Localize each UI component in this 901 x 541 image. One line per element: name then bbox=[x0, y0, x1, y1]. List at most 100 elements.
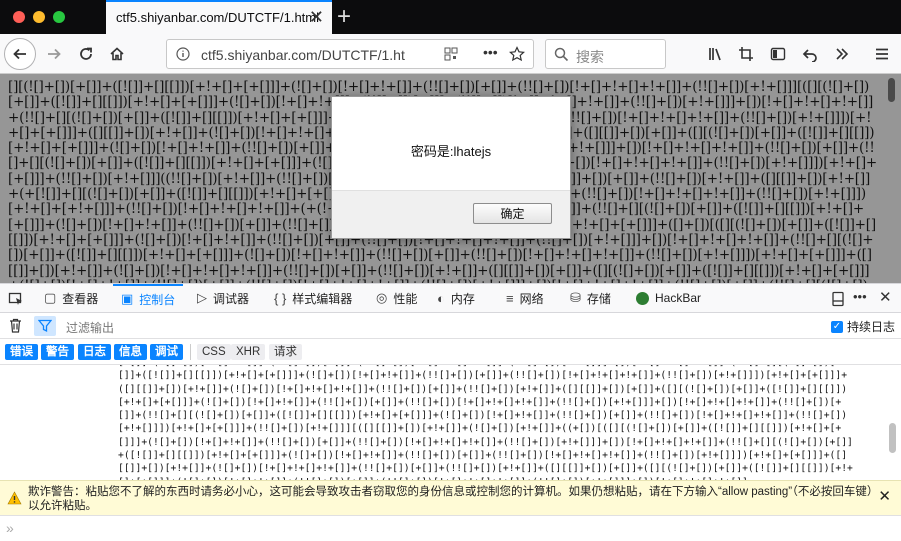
page-scrollbar[interactable] bbox=[888, 78, 895, 102]
persist-logs-checkbox[interactable]: ✓ 持续日志 bbox=[830, 318, 895, 335]
console-message-text: [+[]]+(![]+[])[!+[]+!+[]]+(!![]+[])[+[]]… bbox=[118, 365, 853, 480]
search-icon bbox=[554, 47, 569, 62]
dock-side-icon[interactable] bbox=[831, 291, 845, 307]
tab-close-icon[interactable]: ✕ bbox=[309, 7, 324, 28]
warning-close-icon[interactable]: ✕ bbox=[878, 487, 891, 505]
alert-footer: 确定 bbox=[332, 190, 570, 238]
inspector-icon: ▢ bbox=[44, 290, 57, 305]
undo-button[interactable] bbox=[796, 40, 824, 68]
tab-label: 内存 bbox=[450, 291, 475, 306]
new-tab-button[interactable]: + bbox=[337, 3, 351, 31]
forward-arrow-icon bbox=[48, 48, 61, 60]
tab-label: HackBar bbox=[655, 291, 702, 305]
tab-console[interactable]: ▣ 控制台 bbox=[113, 284, 184, 312]
tab-title: ctf5.shiyanbar.com/DUTCTF/1.html bbox=[116, 10, 319, 25]
filter-output-input[interactable]: 过滤输出 bbox=[66, 319, 114, 336]
devtools-close-icon[interactable]: ✕ bbox=[879, 288, 892, 306]
url-text[interactable]: ctf5.shiyanbar.com/DUTCTF/1.ht bbox=[201, 47, 421, 63]
filter-errors-button[interactable]: 错误 bbox=[5, 344, 38, 360]
ok-button[interactable]: 确定 bbox=[473, 203, 552, 224]
console-icon: ▣ bbox=[121, 291, 134, 306]
checkbox-checked-icon: ✓ bbox=[830, 320, 843, 333]
filter-warnings-button[interactable]: 警告 bbox=[41, 344, 74, 360]
window-close-button[interactable] bbox=[13, 11, 25, 23]
screenshot-button[interactable] bbox=[732, 40, 760, 68]
tab-hackbar[interactable]: HackBar bbox=[636, 284, 701, 312]
undo-arrow-icon bbox=[802, 49, 817, 62]
tab-network[interactable]: ≡ 网络 bbox=[506, 284, 544, 312]
search-bar[interactable]: 搜索 bbox=[545, 39, 666, 69]
paste-warning-text: 欺诈警告：粘贴您不了解的东西时请务必小心，这可能会导致攻击者窃取您的身份信息或控… bbox=[28, 486, 873, 512]
tab-inspector[interactable]: ▢ 查看器 bbox=[44, 284, 98, 312]
devtools-toolbar: ▢ 查看器 ▣ 控制台 ▷ 调试器 { } 样式编辑器 ◎ 性能 ◐ 内存 ≡ 网络 ⛁ 存储 … bbox=[0, 283, 901, 313]
home-icon bbox=[110, 47, 124, 61]
library-button[interactable] bbox=[702, 40, 730, 68]
alert-message: 密码是:lhatejs bbox=[410, 144, 492, 159]
tab-memory[interactable]: ◐ 内存 bbox=[437, 284, 475, 312]
filter-logs-button[interactable]: 日志 bbox=[78, 344, 111, 360]
tab-label: 控制台 bbox=[139, 292, 176, 307]
qr-code-icon[interactable] bbox=[444, 47, 458, 61]
network-icon: ≡ bbox=[506, 290, 514, 306]
reload-icon bbox=[80, 47, 92, 60]
page-actions-icon[interactable]: ••• bbox=[483, 44, 498, 60]
console-prompt-icon: » bbox=[6, 520, 14, 536]
tab-performance[interactable]: ◎ 性能 bbox=[376, 284, 417, 312]
navigation-toolbar: ctf5.shiyanbar.com/DUTCTF/1.ht ••• 搜索 bbox=[0, 34, 901, 74]
tab-storage[interactable]: ⛁ 存储 bbox=[570, 284, 611, 312]
category-divider bbox=[190, 344, 191, 360]
back-button[interactable] bbox=[4, 38, 36, 70]
console-filter-bar: 过滤输出 ✓ 持续日志 bbox=[0, 313, 901, 339]
bookmark-star-icon[interactable] bbox=[509, 46, 525, 62]
filter-toggle-button[interactable] bbox=[34, 316, 56, 336]
alert-dialog: 密码是:lhatejs 确定 bbox=[331, 96, 571, 239]
info-icon[interactable] bbox=[176, 47, 190, 61]
console-output: [+[]]+(![]+[])[!+[]+!+[]]+(!![]+[])[+[]]… bbox=[0, 365, 901, 480]
browser-tab[interactable]: ctf5.shiyanbar.com/DUTCTF/1.html ✕ bbox=[106, 0, 332, 34]
double-chevron-icon bbox=[836, 48, 849, 60]
home-button[interactable] bbox=[103, 40, 131, 68]
filter-requests-button[interactable]: 请求 bbox=[269, 344, 302, 360]
hamburger-menu-button[interactable] bbox=[868, 40, 896, 68]
pick-element-icon[interactable] bbox=[8, 291, 24, 307]
crop-icon bbox=[739, 47, 753, 61]
persist-logs-label: 持续日志 bbox=[846, 320, 895, 334]
tab-style-editor[interactable]: { } 样式编辑器 bbox=[274, 284, 352, 312]
debugger-icon: ▷ bbox=[197, 290, 207, 305]
filter-xhr-button[interactable]: XHR bbox=[231, 344, 266, 360]
memory-icon: ◐ bbox=[437, 290, 445, 306]
filter-info-button[interactable]: 信息 bbox=[114, 344, 147, 360]
warning-triangle-icon bbox=[7, 491, 22, 505]
sidebar-icon bbox=[770, 47, 786, 61]
library-icon bbox=[709, 48, 721, 61]
console-input[interactable]: » bbox=[0, 515, 901, 541]
performance-icon: ◎ bbox=[376, 290, 388, 305]
hackbar-icon bbox=[636, 291, 649, 305]
trash-icon[interactable] bbox=[9, 318, 22, 333]
devtools-options-icon[interactable]: ••• bbox=[853, 289, 867, 304]
tab-label: 样式编辑器 bbox=[292, 291, 353, 306]
window-maximize-button[interactable] bbox=[53, 11, 65, 23]
search-placeholder: 搜索 bbox=[576, 49, 604, 65]
tab-label: 性能 bbox=[393, 291, 418, 306]
address-bar[interactable]: ctf5.shiyanbar.com/DUTCTF/1.ht ••• bbox=[166, 39, 534, 69]
storage-icon: ⛁ bbox=[570, 290, 581, 305]
filter-css-button[interactable]: CSS bbox=[197, 344, 231, 360]
sidebar-button[interactable] bbox=[764, 40, 792, 68]
forward-button[interactable] bbox=[40, 40, 68, 68]
paste-warning-banner: 欺诈警告：粘贴您不了解的东西时请务必小心，这可能会导致攻击者窃取您的身份信息或控… bbox=[0, 480, 901, 515]
window-minimize-button[interactable] bbox=[33, 11, 45, 23]
filter-debug-button[interactable]: 调试 bbox=[150, 344, 183, 360]
console-category-bar: 错误 警告 日志 信息 调试 CSS XHR 请求 bbox=[0, 339, 901, 365]
reload-button[interactable] bbox=[72, 40, 100, 68]
overflow-menu-button[interactable] bbox=[828, 40, 856, 68]
tab-label: 调试器 bbox=[213, 291, 250, 306]
tab-strip: ctf5.shiyanbar.com/DUTCTF/1.html ✕ + bbox=[0, 0, 901, 34]
filter-funnel-icon bbox=[38, 319, 52, 333]
tab-debugger[interactable]: ▷ 调试器 bbox=[197, 284, 249, 312]
tab-label: 查看器 bbox=[62, 291, 99, 306]
back-arrow-icon bbox=[13, 48, 26, 60]
style-editor-icon: { } bbox=[274, 290, 287, 306]
tab-label: 存储 bbox=[586, 291, 611, 306]
console-scrollbar[interactable] bbox=[889, 423, 896, 453]
